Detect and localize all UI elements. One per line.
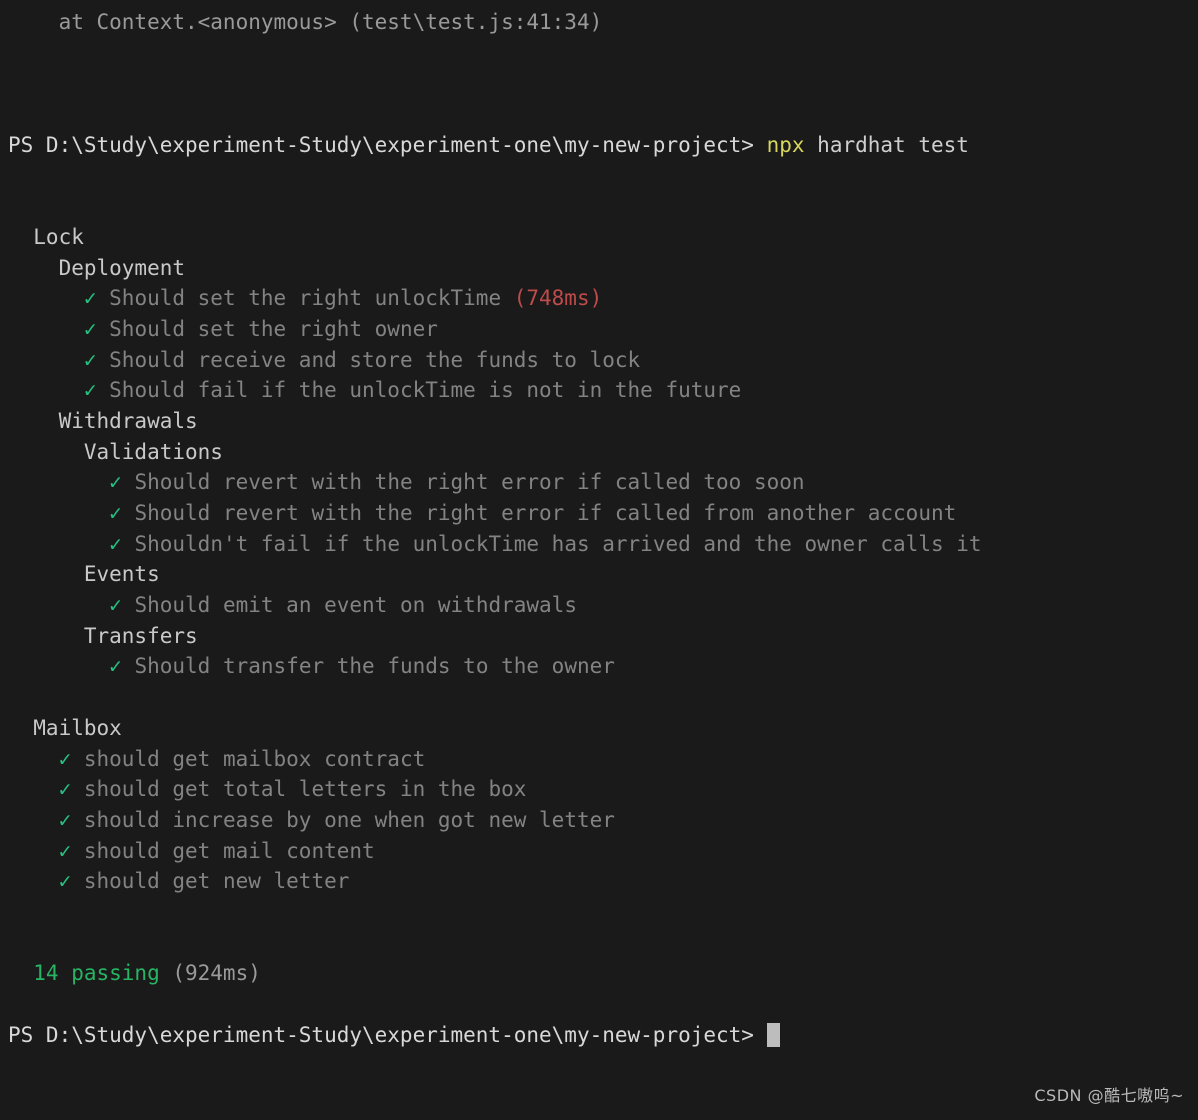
text-cursor [766, 1022, 780, 1047]
test-indent [8, 378, 84, 402]
test-title: should get new letter [71, 869, 350, 894]
test-indent [8, 869, 59, 893]
test-result-row: ✓ Should set the right owner [0, 314, 1198, 345]
check-icon: ✓ [58, 777, 72, 802]
test-indent [8, 501, 109, 525]
test-result-row: ✓ Should receive and store the funds to … [0, 345, 1198, 376]
test-duration: (748ms) [501, 286, 603, 311]
test-result-row: ✓ Should revert with the right error if … [0, 467, 1198, 498]
passing-count: 14 passing [8, 961, 160, 986]
test-title: Should revert with the right error if ca… [121, 501, 957, 525]
test-result-row: ✓ should get mailbox contract [0, 744, 1198, 775]
test-result-row: ✓ Shouldn't fail if the unlockTime has a… [0, 529, 1198, 560]
suite-heading: Lock [0, 222, 1198, 253]
test-result-row: ✓ Should emit an event on withdrawals [0, 590, 1198, 621]
test-indent [8, 593, 109, 617]
test-indent [8, 654, 109, 678]
check-icon: ✓ [58, 746, 72, 771]
test-indent [8, 747, 59, 771]
stack-trace-line: at Context.<anonymous> (test\test.js:41:… [0, 7, 1198, 38]
suite-heading: Transfers [0, 621, 1198, 652]
test-result-row: ✓ Should transfer the funds to the owner [0, 651, 1198, 682]
test-indent [8, 348, 84, 372]
suite-name: Events [8, 562, 160, 587]
suite-name: Deployment [8, 255, 186, 280]
test-title: Should revert with the right error if ca… [121, 470, 805, 495]
total-duration: (924ms) [159, 961, 261, 986]
suite-heading: Deployment [0, 253, 1198, 284]
check-icon: ✓ [83, 286, 97, 311]
test-indent [8, 777, 59, 801]
test-title: Should emit an event on withdrawals [121, 593, 577, 618]
test-result-row: ✓ should get mail content [0, 836, 1198, 867]
test-title: should get total letters in the box [71, 777, 527, 802]
test-title: should increase by one when got new lett… [71, 807, 615, 832]
summary-line: 14 passing (924ms) [0, 958, 1198, 989]
check-icon: ✓ [58, 838, 72, 863]
prompt-path: PS D:\Study\experiment-Study\experiment-… [8, 132, 767, 157]
test-indent [8, 317, 84, 341]
test-title: should get mail content [71, 838, 375, 863]
test-title: Shouldn't fail if the unlockTime has arr… [121, 531, 982, 556]
suite-heading: Events [0, 559, 1198, 590]
command-args: hardhat test [804, 132, 969, 157]
test-title: Should set the right unlockTime [96, 286, 502, 311]
suite-name: Transfers [8, 623, 198, 648]
test-indent [8, 286, 84, 310]
suite-name: Mailbox [8, 715, 122, 740]
prompt-path: PS D:\Study\experiment-Study\experiment-… [8, 1022, 767, 1047]
suite-name: Withdrawals [8, 408, 198, 433]
terminal-screen-buffer: at Context.<anonymous> (test\test.js:41:… [0, 7, 1198, 1050]
test-indent [8, 808, 59, 832]
terminal-window[interactable]: at Context.<anonymous> (test\test.js:41:… [0, 0, 1198, 1120]
suite-name: Validations [8, 439, 223, 464]
test-result-row: ✓ should increase by one when got new le… [0, 805, 1198, 836]
suite-name: Lock [8, 224, 84, 249]
test-title: should get mailbox contract [71, 746, 426, 771]
test-result-row: ✓ Should fail if the unlockTime is not i… [0, 375, 1198, 406]
check-icon: ✓ [58, 807, 72, 832]
test-result-row: ✓ should get total letters in the box [0, 774, 1198, 805]
csdn-watermark: CSDN @酷七嗷呜~ [1034, 1086, 1184, 1106]
test-result-row: ✓ Should set the right unlockTime (748ms… [0, 283, 1198, 314]
check-icon: ✓ [83, 316, 97, 341]
check-icon: ✓ [83, 378, 97, 403]
check-icon: ✓ [109, 501, 122, 525]
test-title: Should transfer the funds to the owner [121, 654, 615, 679]
stack-trace-text: at Context.<anonymous> (test\test.js:41:… [8, 10, 603, 34]
check-icon: ✓ [109, 470, 122, 495]
test-result-row: ✓ Should revert with the right error if … [0, 498, 1198, 529]
test-title: Should receive and store the funds to lo… [96, 347, 641, 372]
final-prompt-line[interactable]: PS D:\Study\experiment-Study\experiment-… [0, 1020, 1198, 1051]
check-icon: ✓ [83, 347, 97, 372]
check-icon: ✓ [109, 531, 122, 556]
check-icon: ✓ [109, 593, 122, 618]
check-icon: ✓ [109, 654, 122, 679]
command-prompt-line[interactable]: PS D:\Study\experiment-Study\experiment-… [0, 130, 1198, 161]
suite-heading: Withdrawals [0, 406, 1198, 437]
test-indent [8, 839, 59, 863]
test-indent [8, 470, 109, 494]
test-indent [8, 532, 109, 556]
command-program: npx [766, 132, 805, 157]
suite-heading: Mailbox [0, 713, 1198, 744]
test-title: Should fail if the unlockTime is not in … [96, 378, 742, 403]
test-result-row: ✓ should get new letter [0, 866, 1198, 897]
suite-heading: Validations [0, 437, 1198, 468]
check-icon: ✓ [58, 869, 72, 894]
test-title: Should set the right owner [96, 316, 438, 341]
